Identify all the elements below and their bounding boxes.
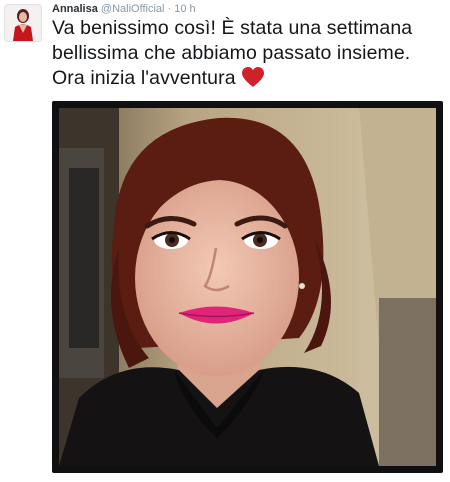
selfie-photo — [59, 108, 436, 466]
author-handle[interactable]: @NaliOfficial — [101, 3, 165, 15]
avatar[interactable] — [4, 4, 42, 42]
tweet-media[interactable] — [52, 101, 443, 473]
tweet-text: Va benissimo così! È stata una settimana… — [52, 17, 413, 89]
tweet-timestamp[interactable]: 10 h — [174, 3, 195, 15]
tweet: Annalisa @NaliOfficial · 10 h Va benissi… — [0, 0, 450, 482]
separator-dot: · — [167, 3, 172, 15]
author-name[interactable]: Annalisa — [52, 3, 98, 15]
red-heart-icon — [241, 67, 264, 87]
tweet-header: Annalisa @NaliOfficial · 10 h — [52, 2, 196, 16]
avatar-image — [5, 5, 41, 41]
tweet-text-block: Va benissimo così! È stata una settimana… — [52, 16, 444, 91]
